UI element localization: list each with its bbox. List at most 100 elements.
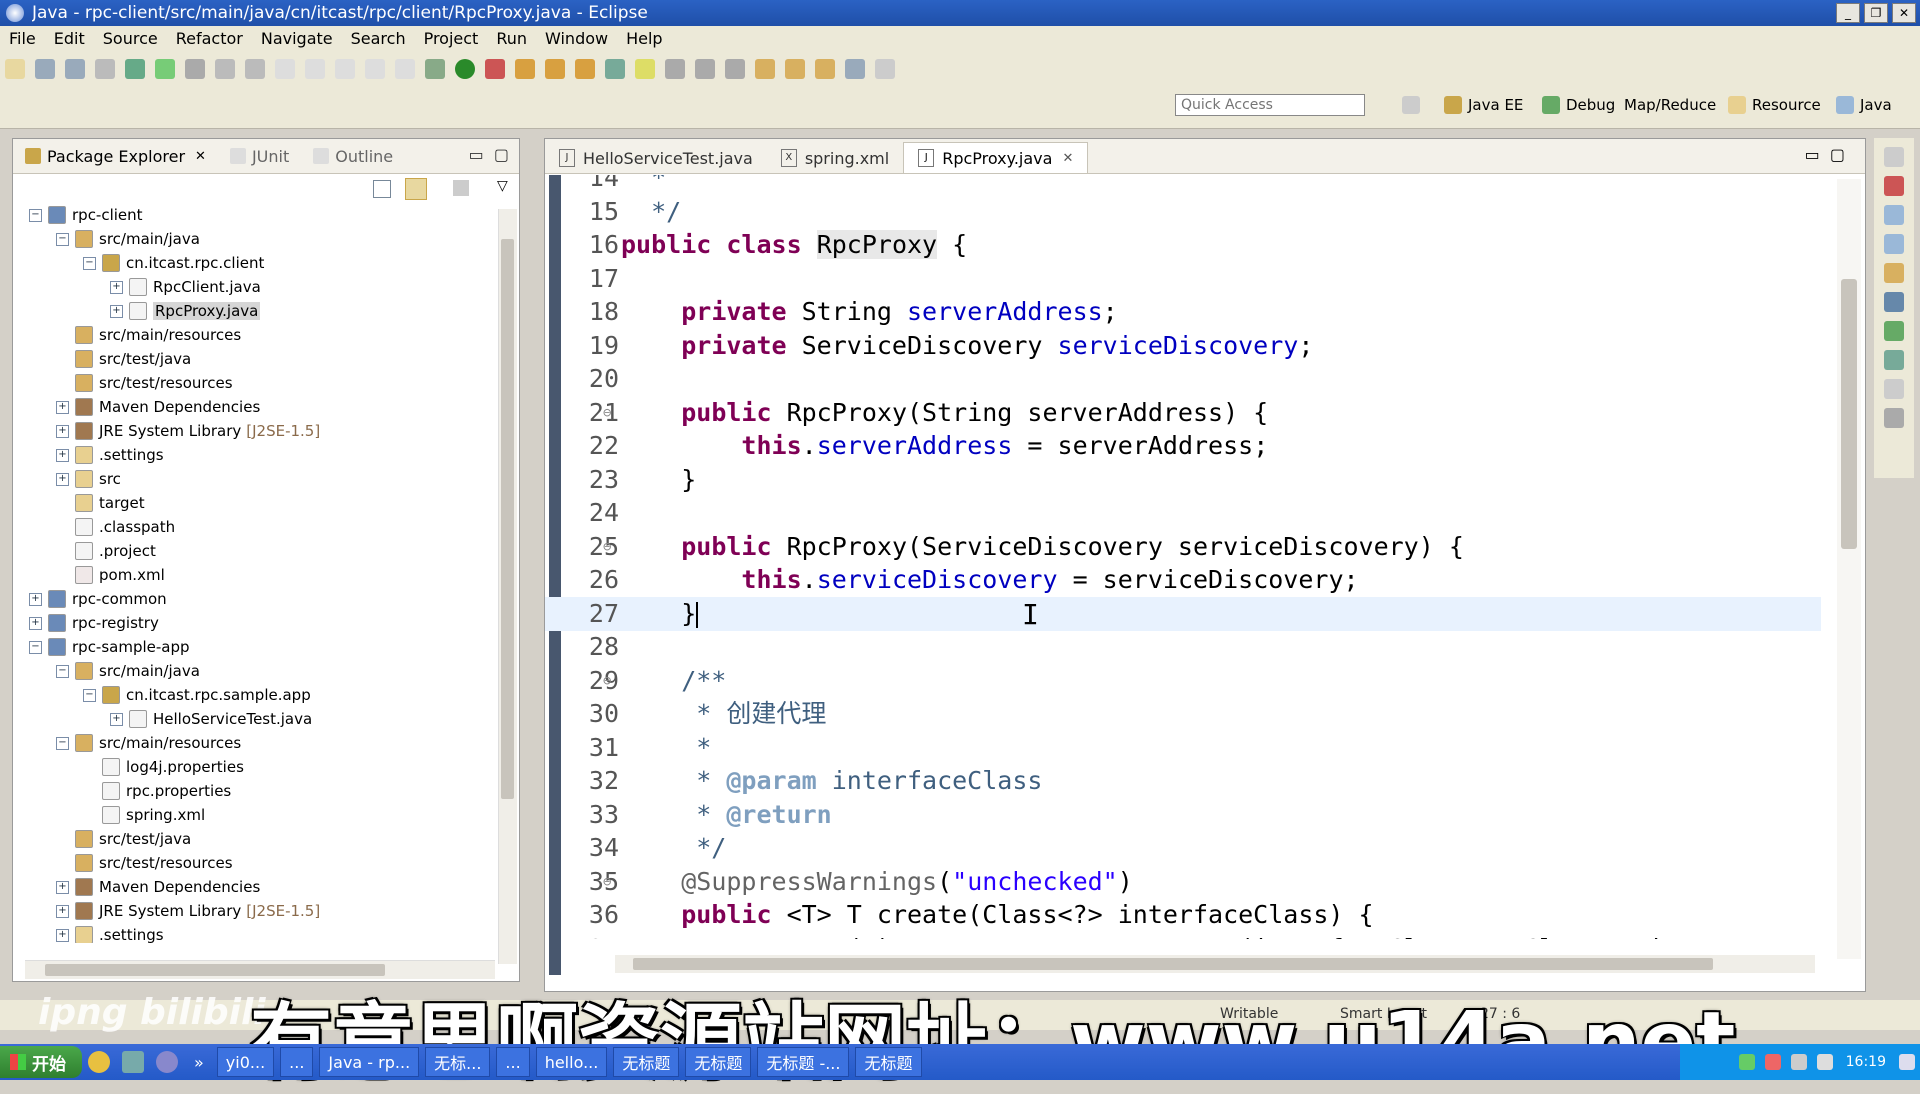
ime-icon[interactable] — [1790, 1054, 1807, 1070]
fold-toggle-icon[interactable]: ⊖ — [603, 530, 611, 564]
debug-icon[interactable] — [425, 59, 445, 79]
tree-item[interactable]: + JRE System Library [J2SE-1.5] — [13, 419, 503, 443]
undo-icon[interactable] — [275, 59, 295, 79]
search-view-icon[interactable] — [1884, 408, 1904, 428]
expand-icon[interactable]: + — [56, 448, 69, 462]
step-into-icon[interactable] — [335, 59, 355, 79]
code-line[interactable]: 36 public <T> T create(Class<?> interfac… — [545, 898, 1821, 932]
perspective-java[interactable]: Java — [1836, 96, 1892, 114]
perspective-java-ee[interactable]: Java EE — [1444, 96, 1523, 114]
fold-toggle-icon[interactable]: ⊖ — [603, 396, 611, 430]
show-desktop-icon[interactable] — [122, 1051, 144, 1073]
code-line[interactable]: 20 — [545, 362, 1821, 396]
tab-hello-service-test[interactable]: J HelloServiceTest.java — [545, 143, 767, 173]
tree-item[interactable]: log4j.properties — [13, 755, 503, 779]
menu-help[interactable]: Help — [617, 29, 671, 48]
new-java-project-icon[interactable] — [125, 59, 145, 79]
tree-item[interactable]: + JRE System Library [J2SE-1.5] — [13, 899, 503, 923]
tasks-icon[interactable] — [1884, 263, 1904, 283]
tree-item[interactable]: rpc.properties — [13, 779, 503, 803]
tree-item[interactable]: pom.xml — [13, 563, 503, 587]
redo-icon[interactable] — [305, 59, 325, 79]
pilcrow-icon[interactable] — [725, 59, 745, 79]
expand-icon[interactable]: + — [56, 472, 69, 486]
expand-icon[interactable]: + — [56, 424, 69, 438]
new-class-icon[interactable] — [545, 59, 565, 79]
map-reduce-locations-icon[interactable] — [1884, 379, 1904, 399]
expand-icon[interactable]: + — [110, 280, 123, 294]
expand-icon[interactable]: + — [110, 304, 123, 318]
search-icon[interactable] — [605, 59, 625, 79]
code-line[interactable]: 37 return (T) Proxy.newProxyInstance(int… — [545, 932, 1821, 940]
taskbar-button[interactable]: 无标题 — [855, 1047, 922, 1077]
collapse-icon[interactable]: − — [56, 232, 69, 246]
view-menu-icon[interactable]: ▽ — [497, 178, 508, 194]
restore-view-icon[interactable] — [1884, 147, 1904, 167]
code-line[interactable]: 33 * @return — [545, 798, 1821, 832]
perspective-debug[interactable]: Debug — [1542, 96, 1615, 114]
tree-item[interactable]: + rpc-registry — [13, 611, 503, 635]
taskbar-button[interactable]: Java - rp... — [319, 1047, 420, 1077]
next-annotation-icon[interactable] — [755, 59, 775, 79]
tree-item[interactable]: + .settings — [13, 923, 503, 943]
tree-item[interactable]: − src/main/java — [13, 227, 503, 251]
code-line[interactable]: 21 ⊖ public RpcProxy(String serverAddress… — [545, 396, 1821, 430]
browser-icon[interactable] — [156, 1051, 178, 1073]
tree-item[interactable]: − src/main/java — [13, 659, 503, 683]
more-icon[interactable]: » — [194, 1053, 204, 1072]
code-line[interactable]: 35 ⊖ @SuppressWarnings("unchecked") — [545, 865, 1821, 899]
taskbar-button[interactable]: ... — [280, 1047, 314, 1077]
tree-item[interactable]: .project — [13, 539, 503, 563]
tab-package-explorer[interactable]: Package Explorer ✕ — [13, 147, 218, 166]
quick-launch-icon[interactable] — [88, 1051, 110, 1073]
tab-spring-xml[interactable]: Xspring.xml — [767, 143, 903, 173]
print-icon[interactable] — [95, 59, 115, 79]
expand-icon[interactable]: + — [56, 904, 69, 918]
code-line[interactable]: 30 * 创建代理 — [545, 697, 1821, 731]
servers-icon[interactable] — [1884, 321, 1904, 341]
tree-item[interactable]: − cn.itcast.rpc.sample.app — [13, 683, 503, 707]
focus-icon[interactable] — [453, 180, 469, 196]
editor-min-max-controls[interactable]: ▭ ▢ — [1805, 145, 1845, 164]
open-resource-icon[interactable] — [575, 59, 595, 79]
collapse-icon[interactable]: − — [29, 208, 42, 222]
tree-item[interactable]: + rpc-common — [13, 587, 503, 611]
tree-item[interactable]: src/test/java — [13, 347, 503, 371]
open-task-icon[interactable] — [215, 59, 235, 79]
menu-project[interactable]: Project — [415, 29, 488, 48]
close-tab-icon[interactable]: ✕ — [1062, 151, 1073, 166]
collapse-icon[interactable]: − — [56, 664, 69, 678]
taskbar-button[interactable]: ... — [496, 1047, 530, 1077]
tree-item[interactable]: + .settings — [13, 443, 503, 467]
tree-item[interactable]: .classpath — [13, 515, 503, 539]
code-line[interactable]: 27 } — [545, 596, 1821, 631]
code-line[interactable]: 28 — [545, 630, 1821, 664]
new-package-icon[interactable] — [515, 59, 535, 79]
code-line[interactable]: 18 private String serverAddress; — [545, 295, 1821, 329]
block-selection-icon[interactable] — [695, 59, 715, 79]
terminate-icon[interactable] — [395, 59, 415, 79]
tree-vertical-scrollbar[interactable] — [498, 209, 517, 964]
code-line[interactable]: 25 ⊖ public RpcProxy(ServiceDiscovery ser… — [545, 530, 1821, 564]
minimize-button[interactable]: _ — [1836, 3, 1860, 23]
javadoc-icon[interactable] — [1884, 205, 1904, 225]
link-with-editor-icon[interactable] — [405, 178, 427, 200]
tree-item[interactable]: + Maven Dependencies — [13, 395, 503, 419]
pin-editor-icon[interactable] — [875, 59, 895, 79]
code-line[interactable]: 16 public class RpcProxy { — [545, 228, 1821, 262]
taskbar-button[interactable]: yi0... — [216, 1047, 275, 1077]
taskbar-button[interactable]: 无标题 -... — [757, 1047, 850, 1077]
quick-access-input[interactable] — [1175, 94, 1365, 116]
tree-item[interactable]: + Maven Dependencies — [13, 875, 503, 899]
tree-item[interactable]: src/test/resources — [13, 851, 503, 875]
tree-item[interactable]: + src — [13, 467, 503, 491]
prev-annotation-icon[interactable] — [785, 59, 805, 79]
security-icon[interactable] — [1764, 1054, 1781, 1070]
code-line[interactable]: 15 */ — [545, 195, 1821, 229]
fold-toggle-icon[interactable]: ⊖ — [603, 664, 611, 698]
external-tools-icon[interactable] — [485, 59, 505, 79]
tree-item[interactable]: − rpc-sample-app — [13, 635, 503, 659]
tree-item[interactable]: src/test/java — [13, 827, 503, 851]
start-button[interactable]: 开始 — [0, 1046, 82, 1078]
problems-icon[interactable] — [1884, 176, 1904, 196]
